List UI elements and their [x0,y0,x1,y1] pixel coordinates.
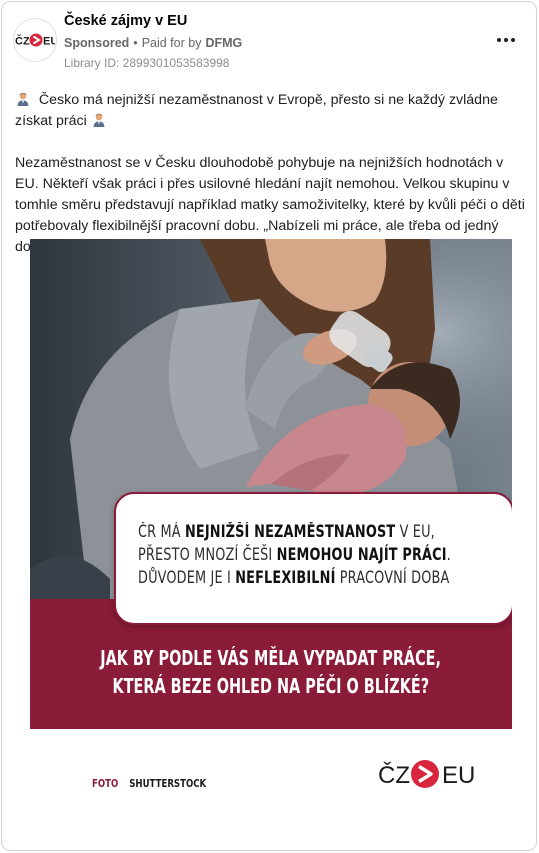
ad-creative-image[interactable]: ČR má nejnižší nezaměstnanost v EU, přes… [30,239,512,834]
more-dot [504,38,508,42]
more-dot [511,38,515,42]
svg-text:ČZ: ČZ [15,35,30,48]
library-id: Library ID: 2899301053583998 [64,56,230,70]
quote-text: ČR má nejnižší nezaměstnanost v EU, přes… [138,520,497,589]
paid-for-by-label: Paid for by [141,36,202,50]
quote-l2-a: přesto mnozí Češi [138,545,277,564]
svg-text:EU: EU [43,36,55,48]
svg-text:ČZ: ČZ [378,761,410,789]
quote-box: ČR má nejnižší nezaměstnanost v EU, přes… [114,492,512,625]
meta-separator: • [133,36,138,50]
question-line-1: Jak by podle vás měla vypadat práce, [100,646,442,670]
quote-l1-a: ČR má [138,522,185,541]
payer-name[interactable]: DFMG [205,36,242,50]
sponsored-line: Sponsored • Paid for by DFMG [64,36,242,50]
photo-credit-source: SHUTTERSTOCK [129,777,207,790]
question-text: Jak by podle vás měla vypadat práce, kte… [30,644,512,700]
quote-l2-c: . [446,545,451,564]
cz-eu-logo-large-icon: ČZ EU [378,760,475,789]
ad-card: ČZ EU České zájmy v EU Sponsored • Paid … [1,1,537,851]
page-avatar[interactable]: ČZ EU [13,18,57,62]
quote-l2-b: nemohou najít práci [276,545,447,564]
post-headline-line: Česko má nejnižší nezaměstnanost v Evrop… [15,90,530,132]
post-text: Česko má nejnižší nezaměstnanost v Evrop… [15,90,530,258]
page-name[interactable]: České zájmy v EU [64,13,187,29]
photo-credit-label: FOTO [92,777,119,790]
photo-credit: FOTO SHUTTERSTOCK [92,777,206,790]
cz-eu-logo-icon: ČZ EU [15,33,55,48]
quote-line-1: ČR má nejnižší nezaměstnanost v EU, [138,520,497,543]
quote-l1-c: v EU, [395,522,435,541]
quote-l3-c: pracovní doba [335,568,450,587]
sponsored-label: Sponsored [64,36,130,50]
post-header: ČZ EU České zájmy v EU Sponsored • Paid … [2,2,536,80]
post-headline: Česko má nejnižší nezaměstnanost v Evrop… [15,92,498,129]
quote-l1-b: nejnižší nezaměstnanost [184,522,396,541]
question-line-2: která beze ohled na péči o blízké? [112,674,430,698]
quote-line-3: Důvodem je i neflexibilní pracovní doba [138,566,497,589]
man-office-worker-emoji-icon-2 [93,113,105,127]
svg-text:EU: EU [442,762,475,789]
quote-l3-a: Důvodem je i [138,568,236,587]
man-office-worker-emoji-icon [17,92,29,106]
quote-line-2: přesto mnozí Češi nemohou najít práci. [138,543,497,566]
creative-footer: FOTO SHUTTERSTOCK ČZ EU [30,729,512,834]
quote-l3-b: neflexibilní [235,568,336,587]
more-horizontal-icon [497,38,501,42]
more-options-button[interactable] [494,30,518,50]
